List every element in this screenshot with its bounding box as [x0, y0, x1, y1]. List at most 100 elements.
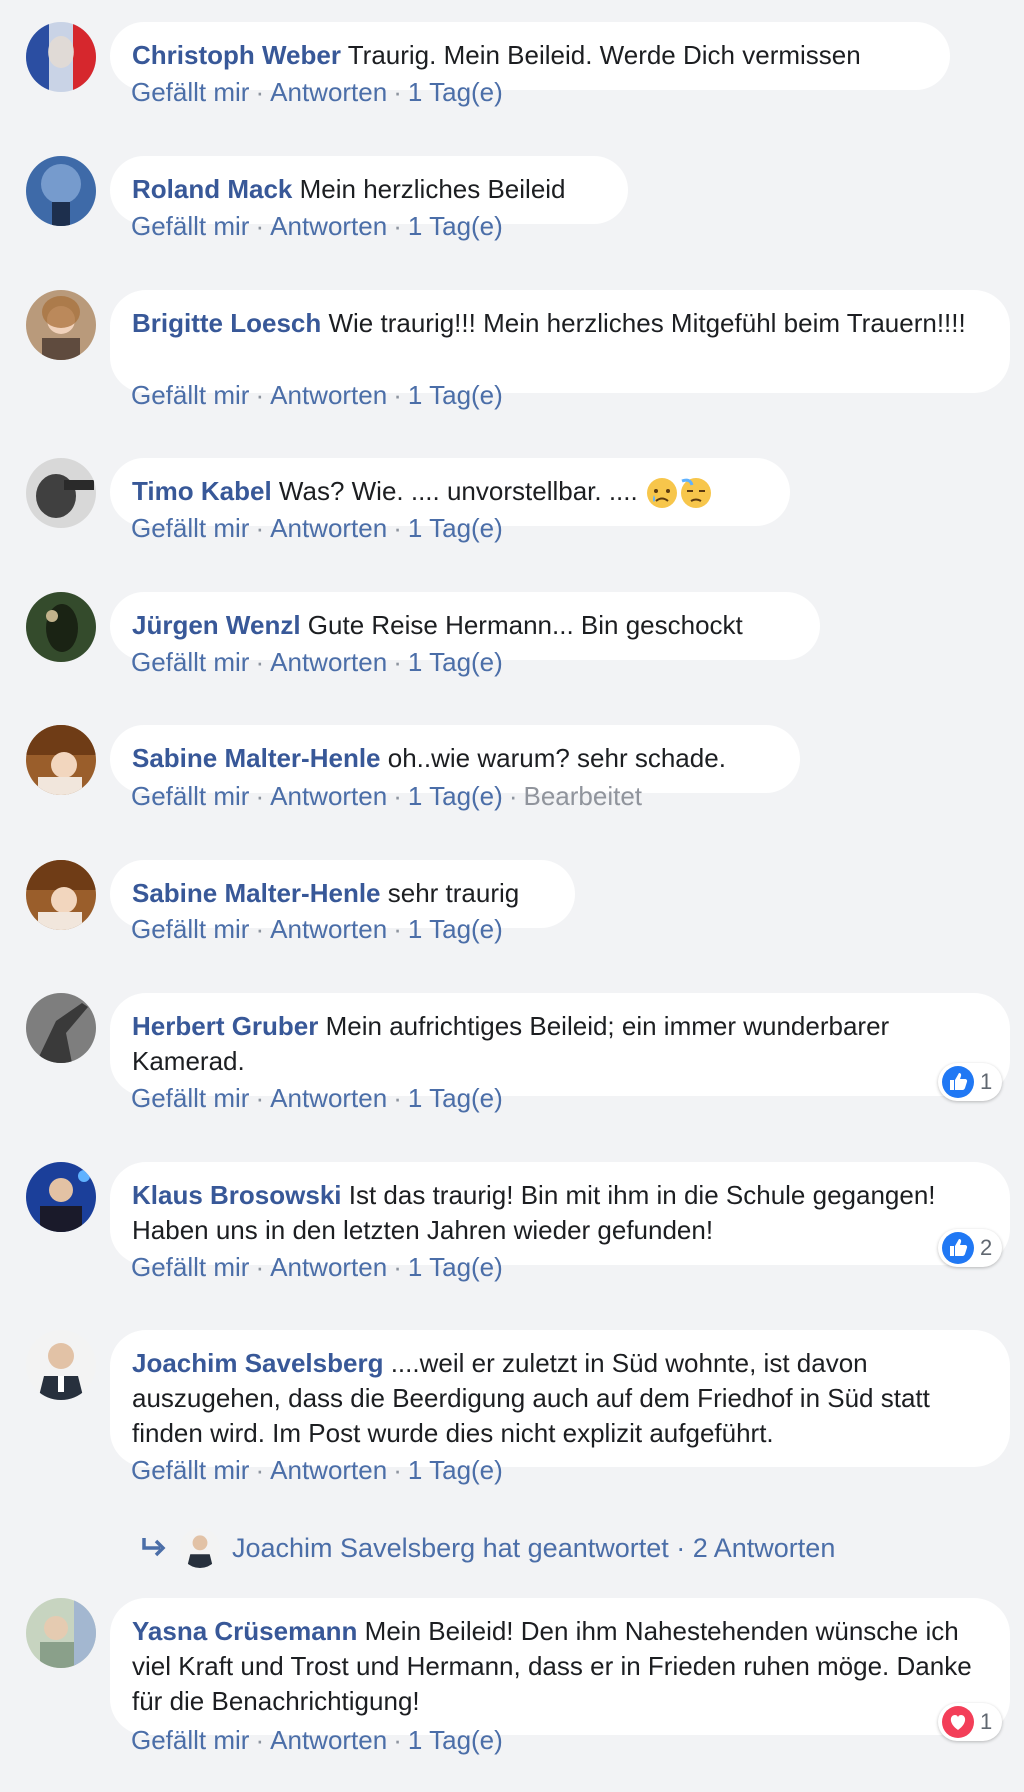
comment-actions: Gefällt mir · Antworten · 1 Tag(e)	[131, 1252, 503, 1282]
like-reaction-icon	[942, 1232, 974, 1264]
separator: ·	[393, 781, 402, 811]
separator: ·	[255, 380, 265, 410]
replies-summary-text[interactable]: Joachim Savelsberg hat geantwortet · 2 A…	[232, 1533, 835, 1564]
avatar-image	[26, 860, 96, 930]
avatar[interactable]	[26, 860, 96, 930]
avatar-image	[26, 290, 96, 360]
reaction-badge[interactable]: 1	[938, 1703, 1003, 1741]
comment-actions: Gefällt mir · Antworten · 1 Tag(e)	[131, 1455, 503, 1485]
comment-actions: Gefällt mir · Antworten · 1 Tag(e)	[131, 380, 503, 410]
timestamp[interactable]: 1 Tag(e)	[408, 1725, 503, 1755]
comment-actions: Gefällt mir · Antworten · 1 Tag(e)	[131, 914, 503, 944]
avatar-image	[26, 725, 96, 795]
comment-actions: Gefällt mir · Antworten · 1 Tag(e)	[131, 77, 503, 107]
timestamp[interactable]: 1 Tag(e)	[408, 77, 503, 107]
avatar[interactable]	[26, 725, 96, 795]
comment-actions: Gefällt mir · Antworten · 1 Tag(e)	[131, 1725, 503, 1755]
timestamp[interactable]: 1 Tag(e)	[408, 781, 503, 811]
avatar[interactable]	[26, 1162, 96, 1232]
timestamp[interactable]: 1 Tag(e)	[408, 1252, 503, 1282]
comment-text: oh..wie warum? sehr schade.	[387, 743, 726, 773]
comment-author[interactable]: Herbert Gruber	[132, 1011, 318, 1041]
comment-author[interactable]: Jürgen Wenzl	[132, 610, 301, 640]
like-link[interactable]: Gefällt mir	[131, 77, 249, 107]
comment-bubble: Brigitte Loesch Wie traurig!!! Mein herz…	[110, 290, 1010, 393]
separator: ·	[255, 647, 265, 677]
comment-author[interactable]: Sabine Malter-Henle	[132, 878, 381, 908]
comment-author[interactable]: Yasna Crüsemann	[132, 1616, 357, 1646]
reaction-badge[interactable]: 2	[938, 1229, 1003, 1267]
view-replies-link[interactable]: Joachim Savelsberg hat geantwortet · 2 A…	[140, 1528, 835, 1568]
reply-link[interactable]: Antworten	[270, 1252, 387, 1282]
like-link[interactable]: Gefällt mir	[131, 914, 249, 944]
separator: ·	[393, 380, 402, 410]
comment-author[interactable]: Sabine Malter-Henle	[132, 743, 381, 773]
like-link[interactable]: Gefällt mir	[131, 1725, 249, 1755]
separator: ·	[393, 513, 402, 543]
comment-author[interactable]: Joachim Savelsberg	[132, 1348, 383, 1378]
avatar[interactable]	[26, 993, 96, 1063]
like-link[interactable]: Gefällt mir	[131, 513, 249, 543]
avatar[interactable]	[26, 22, 96, 92]
like-link[interactable]: Gefällt mir	[131, 1083, 249, 1113]
reply-link[interactable]: Antworten	[270, 211, 387, 241]
comment-bubble: Yasna Crüsemann Mein Beileid! Den ihm Na…	[110, 1598, 1010, 1735]
comment-author[interactable]: Roland Mack	[132, 174, 292, 204]
comment-actions: Gefällt mir · Antworten · 1 Tag(e)	[131, 211, 503, 241]
separator: ·	[393, 77, 402, 107]
separator: ·	[393, 1455, 402, 1485]
separator: ·	[255, 1252, 265, 1282]
separator: ·	[508, 781, 518, 811]
avatar-image	[26, 592, 96, 662]
reaction-badge[interactable]: 1	[938, 1063, 1003, 1101]
separator: ·	[255, 914, 265, 944]
separator: ·	[393, 647, 402, 677]
reply-link[interactable]: Antworten	[270, 1455, 387, 1485]
reply-link[interactable]: Antworten	[270, 77, 387, 107]
comment-text: Mein herzliches Beileid	[299, 174, 566, 204]
timestamp[interactable]: 1 Tag(e)	[408, 647, 503, 677]
avatar[interactable]	[26, 592, 96, 662]
avatar-image	[26, 458, 96, 528]
separator: ·	[393, 1725, 402, 1755]
avatar[interactable]	[26, 1330, 96, 1400]
timestamp[interactable]: 1 Tag(e)	[408, 1455, 503, 1485]
like-link[interactable]: Gefällt mir	[131, 647, 249, 677]
reply-link[interactable]: Antworten	[270, 1083, 387, 1113]
separator: ·	[393, 1252, 402, 1282]
comment-author[interactable]: Klaus Brosowski	[132, 1180, 342, 1210]
reply-link[interactable]: Antworten	[270, 380, 387, 410]
like-link[interactable]: Gefällt mir	[131, 1455, 249, 1485]
comment-author[interactable]: Brigitte Loesch	[132, 308, 321, 338]
comment-author[interactable]: Christoph Weber	[132, 40, 341, 70]
comment-actions: Gefällt mir · Antworten · 1 Tag(e)	[131, 513, 503, 543]
reply-link[interactable]: Antworten	[270, 781, 387, 811]
avatar[interactable]	[26, 458, 96, 528]
separator: ·	[255, 1725, 265, 1755]
like-link[interactable]: Gefällt mir	[131, 211, 249, 241]
reply-link[interactable]: Antworten	[270, 647, 387, 677]
comment-author[interactable]: Timo Kabel	[132, 476, 272, 506]
timestamp[interactable]: 1 Tag(e)	[408, 914, 503, 944]
comment-bubble: Klaus Brosowski Ist das traurig! Bin mit…	[110, 1162, 1010, 1265]
edited-label: Bearbeitet	[523, 781, 643, 811]
reply-link[interactable]: Antworten	[270, 513, 387, 543]
crying-face-icon	[638, 476, 679, 509]
reply-link[interactable]: Antworten	[270, 1725, 387, 1755]
timestamp[interactable]: 1 Tag(e)	[408, 211, 503, 241]
comment-feed: Christoph Weber Traurig. Mein Beileid. W…	[0, 0, 1024, 1792]
like-link[interactable]: Gefällt mir	[131, 380, 249, 410]
timestamp[interactable]: 1 Tag(e)	[408, 513, 503, 543]
like-link[interactable]: Gefällt mir	[131, 1252, 249, 1282]
avatar[interactable]	[26, 290, 96, 360]
reply-link[interactable]: Antworten	[270, 914, 387, 944]
like-link[interactable]: Gefällt mir	[131, 781, 249, 811]
avatar[interactable]	[26, 156, 96, 226]
comment-text: Gute Reise Hermann... Bin geschockt	[307, 610, 743, 640]
avatar[interactable]	[26, 1598, 96, 1668]
timestamp[interactable]: 1 Tag(e)	[408, 380, 503, 410]
separator: ·	[255, 1455, 265, 1485]
timestamp[interactable]: 1 Tag(e)	[408, 1083, 503, 1113]
separator: ·	[255, 77, 265, 107]
separator: ·	[393, 914, 402, 944]
